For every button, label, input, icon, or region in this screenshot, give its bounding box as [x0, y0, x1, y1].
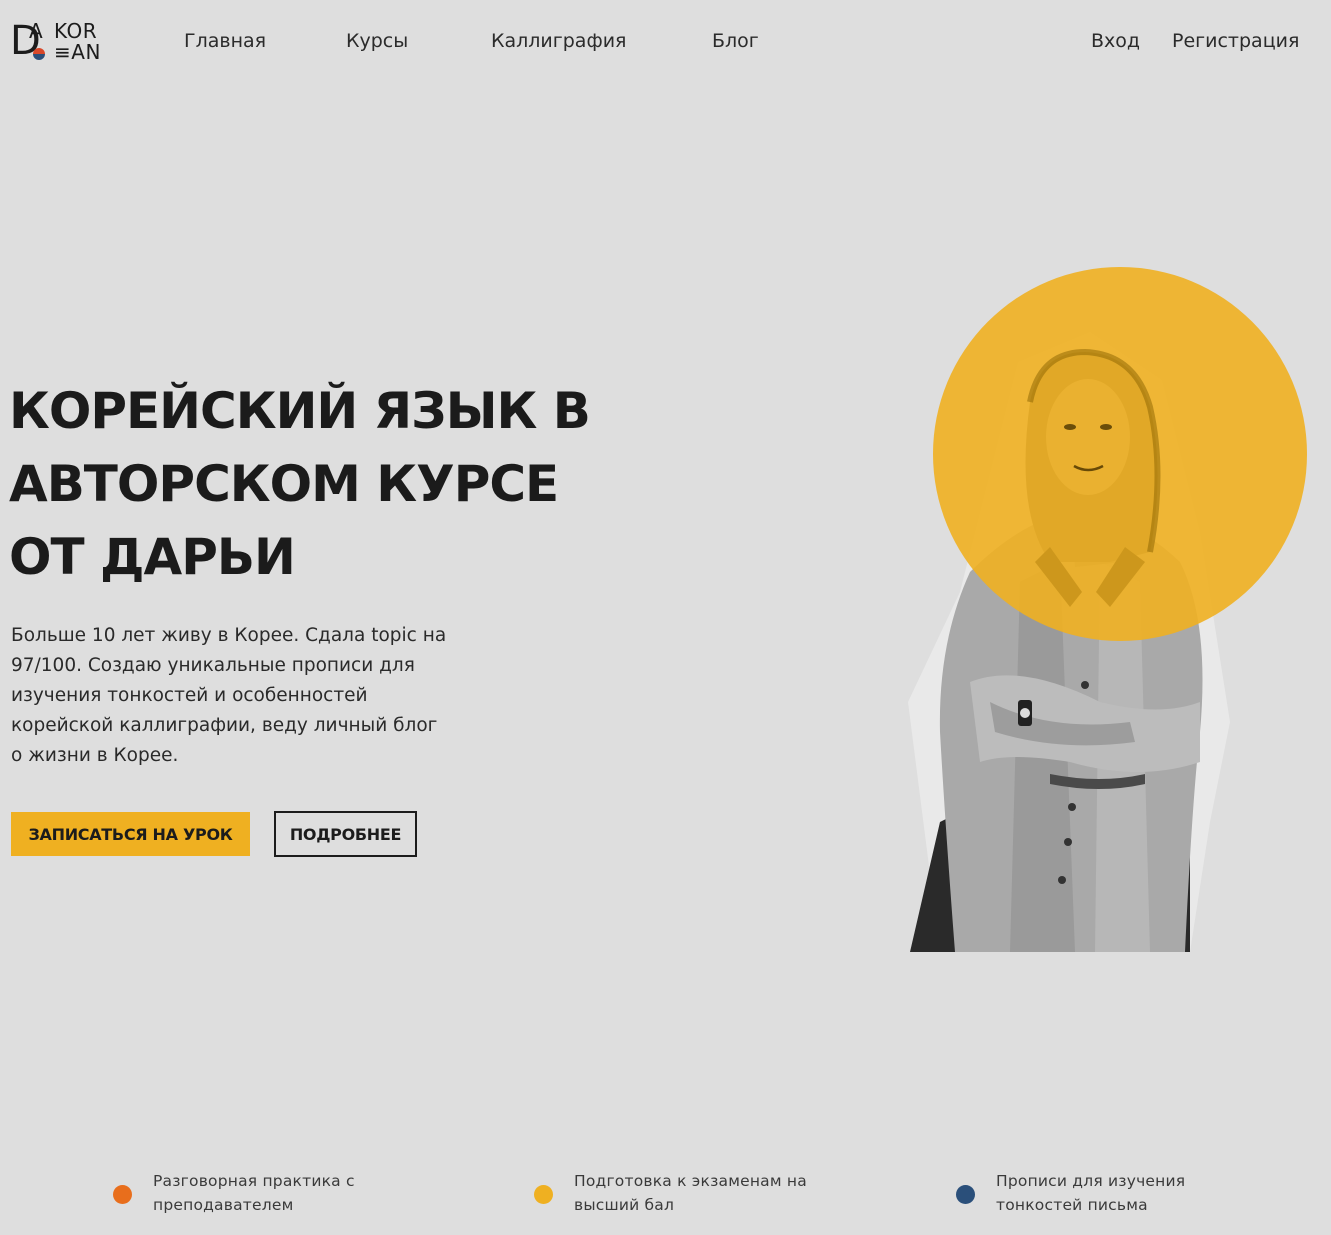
yellow-dot-icon — [534, 1185, 553, 1204]
hero-title-line: Корейский язык в — [9, 382, 591, 440]
hero-title-line: от Дарьи — [9, 528, 296, 586]
orange-dot-icon — [113, 1185, 132, 1204]
hero-title-line: авторском курсе — [9, 455, 559, 513]
nav-item-home[interactable]: Главная — [184, 28, 266, 54]
nav-item-blog[interactable]: Блог — [712, 28, 759, 54]
main-nav: Главная Курсы Каллиграфия Блог Вход Реги… — [0, 28, 1331, 56]
feature-text: Разговорная практика с преподавателем — [153, 1172, 355, 1214]
blue-dot-icon — [956, 1185, 975, 1204]
more-info-button[interactable]: Подробнее — [274, 811, 417, 857]
nav-item-calligraphy[interactable]: Каллиграфия — [491, 28, 626, 54]
signup-lesson-button[interactable]: Записаться на урок — [11, 812, 250, 856]
feature-text: Прописи для изучения тонкостей письма — [996, 1172, 1186, 1214]
hero-description: Больше 10 лет живу в Корее. Сдала topic … — [11, 625, 447, 766]
feature-text: Подготовка к экзаменам на высший бал — [574, 1172, 807, 1214]
register-link[interactable]: Регистрация — [1172, 28, 1299, 54]
hero-title: Корейский язык в авторском курсе от Дарь… — [9, 375, 649, 594]
login-link[interactable]: Вход — [1091, 28, 1140, 54]
nav-item-courses[interactable]: Курсы — [346, 28, 408, 54]
teacher-portrait — [908, 267, 1307, 952]
